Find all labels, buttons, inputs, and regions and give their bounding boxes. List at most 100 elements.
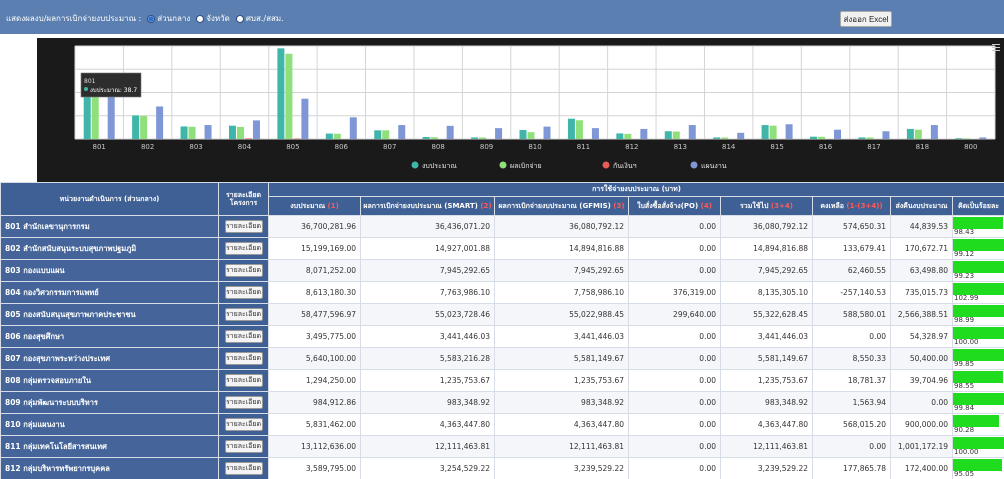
cell-po: 0.00 (628, 347, 721, 370)
cell-smart: 3,254,529.22 (360, 457, 495, 479)
cell-budget: 8,071,252.00 (268, 259, 361, 282)
radio-icon (196, 14, 205, 23)
cell-returned: 2,566,388.51 (890, 303, 953, 326)
cell-used: 36,080,792.12 (720, 215, 813, 238)
legend-label: งบประมาณ (422, 162, 457, 170)
detail-button[interactable]: รายละเอียด (224, 242, 263, 255)
x-tick-label: 813 (674, 143, 687, 151)
cell-budget: 5,831,462.00 (268, 413, 361, 436)
table-row: 808 กลุ่มตรวจสอบภายใน รายละเอียด 1,294,250… (0, 369, 1004, 392)
cell-percent: 99.12 (951, 237, 1004, 260)
bar (737, 132, 745, 139)
table-row: 811 กลุ่มเทคโนโลยีสารสนเทศ รายละเอียด 13,1… (0, 435, 1004, 458)
detail-button[interactable]: รายละเอียด (224, 440, 263, 453)
cell-used: 3,441,446.03 (720, 325, 813, 348)
cell-remain: 0.00 (812, 435, 891, 458)
detail-button[interactable]: รายละเอียด (224, 220, 263, 233)
bar (180, 126, 188, 139)
cell-budget: 3,589,795.00 (268, 457, 361, 479)
bar (236, 126, 244, 139)
x-tick-label: 818 (916, 143, 929, 151)
x-tick-label: 811 (577, 143, 590, 151)
percent-value: 99.85 (954, 360, 975, 368)
cell-percent: 99.84 (951, 391, 1004, 414)
radio-central[interactable]: ส่วนกลาง (147, 12, 190, 25)
header-smart: ผลการเบิกจ่ายงบประมาณ (SMART) (2) (360, 196, 495, 216)
cell-percent: 99.85 (951, 347, 1004, 370)
bar (979, 137, 987, 139)
cell-remain: -257,140.53 (812, 281, 891, 304)
bar (140, 115, 148, 139)
legend-marker (411, 161, 419, 169)
header-po: ใบสั่งซื้อสั่งจ้าง(PO) (4) (628, 196, 721, 216)
unit-name: 802 สำนักสนับสนุนระบบสุขภาพปฐมภูมิ (0, 237, 219, 260)
detail-cell: รายละเอียด (218, 281, 269, 304)
bar (543, 126, 551, 139)
cell-smart: 3,441,446.03 (360, 325, 495, 348)
cell-returned: 63,498.80 (890, 259, 953, 282)
table-body: 801 สำนักเลขานุการกรม รายละเอียด 36,700,28… (0, 215, 1004, 479)
table-row: 809 กลุ่มพัฒนาระบบบริหาร รายละเอียด 984,91… (0, 391, 1004, 414)
cell-gfmis: 14,894,816.88 (494, 237, 629, 260)
bar (495, 128, 503, 139)
detail-button[interactable]: รายละเอียด (224, 418, 263, 431)
cell-used: 3,239,529.22 (720, 457, 813, 479)
unit-name: 805 กองสนับสนุนสุขภาพภาคประชาชน (0, 303, 219, 326)
cell-percent: 99.23 (951, 259, 1004, 282)
detail-button[interactable]: รายละเอียด (224, 330, 263, 343)
detail-button[interactable]: รายละเอียด (224, 286, 263, 299)
bar (446, 125, 454, 139)
chart-menu-icon[interactable] (992, 44, 1000, 51)
detail-button[interactable]: รายละเอียด (224, 352, 263, 365)
detail-button[interactable]: รายละเอียด (224, 462, 263, 475)
bar (761, 125, 769, 139)
header-budget: งบประมาณ (1) (268, 196, 361, 216)
unit-name: 807 กองสุขภาพระหว่างประเทศ (0, 347, 219, 370)
detail-cell: รายละเอียด (218, 259, 269, 282)
chart-canvas: 801 802 803 804 805 806 807 808 809 810 811 812 813 8… (74, 45, 996, 170)
cell-po: 0.00 (628, 259, 721, 282)
x-tick-label: 807 (383, 143, 396, 151)
export-excel-button[interactable]: ส่งออก Excel (840, 11, 892, 27)
cell-smart: 983,348.92 (360, 391, 495, 414)
x-tick-label: 817 (867, 143, 880, 151)
cell-budget: 5,640,100.00 (268, 347, 361, 370)
x-tick-label: 801 (93, 143, 106, 151)
header-detail: รายละเอียดโครงการ (218, 182, 269, 216)
bar (374, 130, 382, 139)
unit-name: 811 กลุ่มเทคโนโลยีสารสนเทศ (0, 435, 219, 458)
x-tick-label: 806 (335, 143, 349, 151)
tooltip-marker (84, 87, 88, 91)
cell-used: 983,348.92 (720, 391, 813, 414)
bar (955, 138, 963, 139)
detail-cell: รายละเอียด (218, 215, 269, 238)
filter-label: แสดงผลงบ/ผลการเบิกจ่ายงบประมาณ : (6, 14, 142, 23)
cell-po: 299,640.00 (628, 303, 721, 326)
unit-name: 808 กลุ่มตรวจสอบภายใน (0, 369, 219, 392)
legend-label: ผลเบิกจ่าย (510, 162, 542, 170)
cell-returned: 54,328.97 (890, 325, 953, 348)
cell-po: 0.00 (628, 435, 721, 458)
bar (672, 131, 680, 139)
bar (244, 138, 252, 139)
cell-smart: 5,583,216.28 (360, 347, 495, 370)
detail-button[interactable]: รายละเอียด (224, 396, 263, 409)
x-tick-label: 804 (238, 143, 252, 151)
bar (624, 133, 632, 139)
detail-button[interactable]: รายละเอียด (224, 374, 263, 387)
bar (866, 137, 874, 139)
table-row: 805 กองสนับสนุนสุขภาพภาคประชาชน รายละเอีย… (0, 303, 1004, 326)
table-row: 803 กองแบบแผน รายละเอียด 8,071,252.00 7,945… (0, 259, 1004, 282)
legend-label: แผนงาน (701, 162, 727, 170)
cell-remain: 588,580.01 (812, 303, 891, 326)
detail-button[interactable]: รายละเอียด (224, 264, 263, 277)
x-tick-label: 803 (189, 143, 202, 151)
unit-name: 804 กองวิศวกรรมการแพทย์ (0, 281, 219, 304)
radio-province[interactable]: จังหวัด (196, 12, 230, 25)
cell-gfmis: 5,581,149.67 (494, 347, 629, 370)
cell-returned: 900,000.00 (890, 413, 953, 436)
cell-gfmis: 1,235,753.67 (494, 369, 629, 392)
detail-button[interactable]: รายละเอียด (224, 308, 263, 321)
percent-value: 98.43 (954, 228, 975, 236)
radio-health-center[interactable]: ศบส./สสม. (235, 12, 284, 25)
